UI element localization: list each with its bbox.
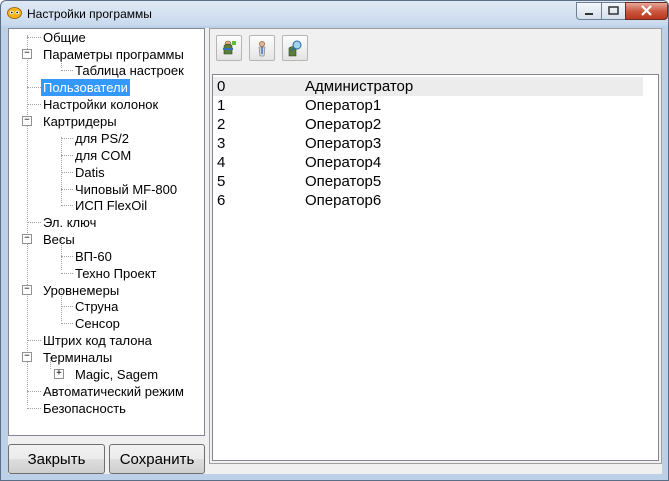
tree-line (27, 391, 41, 392)
user-name: Оператор2 (305, 116, 382, 133)
users-panel: 0 Администратор 1 Оператор1 2 Оператор2 … (209, 28, 662, 464)
tree-item-mf800[interactable]: Чиповый MF-800 (73, 181, 179, 198)
tree-line (61, 323, 73, 324)
find-user-button[interactable] (282, 35, 308, 61)
edit-user-button[interactable] (249, 35, 275, 61)
close-icon (641, 5, 652, 16)
close-window-button[interactable] (625, 2, 668, 20)
find-user-icon (288, 40, 302, 57)
users-toolbar (210, 29, 661, 69)
settings-tree[interactable]: − − − − − + Общие Параметры программы Та… (8, 28, 205, 436)
tree-item-com[interactable]: для COM (73, 147, 133, 164)
tree-item-flexoil[interactable]: ИСП FlexOil (73, 197, 149, 214)
settings-window: Настройки программы − − − − − + Общие Па… (0, 0, 669, 481)
tree-line (61, 273, 73, 274)
maximize-button[interactable] (601, 2, 626, 20)
tree-line (27, 340, 41, 341)
tree-item-sensor[interactable]: Сенсор (73, 315, 122, 332)
tree-item-auto-mode[interactable]: Автоматический режим (41, 383, 186, 400)
tree-expander[interactable]: − (22, 285, 32, 295)
tree-line (27, 408, 41, 409)
tree-item-settings-table[interactable]: Таблица настроек (73, 62, 186, 79)
tree-item-security[interactable]: Безопасность (41, 400, 128, 417)
user-id: 3 (217, 135, 226, 152)
tree-item-ps2[interactable]: для PS/2 (73, 130, 131, 147)
tree-line (61, 172, 73, 173)
user-id: 1 (217, 97, 226, 114)
user-id: 6 (217, 192, 226, 209)
tree-item-scales[interactable]: Весы (41, 231, 77, 248)
tree-item-level-gauges[interactable]: Уровнемеры (41, 282, 121, 299)
table-row[interactable]: 2 Оператор2 (213, 115, 643, 134)
tree-expander[interactable]: − (22, 116, 32, 126)
tree-line (27, 222, 41, 223)
tree-line (27, 37, 41, 38)
window-title: Настройки программы (27, 7, 152, 21)
user-id: 2 (217, 116, 226, 133)
user-id: 4 (217, 154, 226, 171)
table-row[interactable]: 3 Оператор3 (213, 134, 643, 153)
title-bar[interactable]: Настройки программы (1, 1, 668, 27)
tree-item-struna[interactable]: Струна (73, 298, 120, 315)
tree-line (61, 306, 73, 307)
table-row[interactable]: 1 Оператор1 (213, 96, 643, 115)
minimize-icon (585, 13, 593, 15)
tree-item-vp60[interactable]: ВП-60 (73, 248, 114, 265)
tree-line (27, 104, 41, 105)
add-user-button[interactable] (216, 35, 242, 61)
tree-item-magic-sagem[interactable]: Magic, Sagem (73, 366, 160, 383)
close-button[interactable]: Закрыть (8, 444, 105, 474)
tree-line (61, 137, 62, 203)
tree-item-techno-project[interactable]: Техно Проект (73, 265, 159, 282)
user-name: Оператор3 (305, 135, 382, 152)
user-name: Оператор4 (305, 154, 382, 171)
minimize-button[interactable] (576, 2, 602, 20)
tree-line (61, 155, 73, 156)
tree-line (61, 70, 73, 71)
tree-item-column-settings[interactable]: Настройки колонок (41, 96, 160, 113)
tree-item-program-params[interactable]: Параметры программы (41, 46, 186, 63)
tree-expander[interactable]: − (22, 352, 32, 362)
tree-expander[interactable]: + (54, 369, 64, 379)
users-grid[interactable]: 0 Администратор 1 Оператор1 2 Оператор2 … (212, 74, 659, 461)
tree-expander[interactable]: − (22, 234, 32, 244)
maximize-icon (608, 6, 619, 15)
tree-line (27, 35, 28, 405)
client-area: − − − − − + Общие Параметры программы Та… (8, 28, 662, 474)
table-row[interactable]: 5 Оператор5 (213, 172, 643, 191)
table-row[interactable]: 6 Оператор6 (213, 191, 643, 210)
tree-line (61, 205, 73, 206)
table-row[interactable]: 4 Оператор4 (213, 153, 643, 172)
tree-expander[interactable]: − (22, 49, 32, 59)
user-id: 0 (217, 78, 226, 95)
tree-item-card-readers[interactable]: Картридеры (41, 113, 119, 130)
tree-item-datis[interactable]: Datis (73, 164, 107, 181)
table-row[interactable]: 0 Администратор (213, 77, 643, 96)
tree-item-e-key[interactable]: Эл. ключ (41, 214, 98, 231)
user-name: Администратор (305, 78, 414, 95)
tree-line (27, 87, 41, 88)
user-name: Оператор1 (305, 97, 382, 114)
tree-line (61, 138, 73, 139)
user-name: Оператор5 (305, 173, 382, 190)
tree-item-general[interactable]: Общие (41, 29, 88, 46)
add-user-icon (223, 40, 236, 55)
tree-item-users[interactable]: Пользователи (41, 79, 130, 96)
edit-user-icon (258, 41, 266, 57)
tree-item-barcode[interactable]: Штрих код талона (41, 332, 154, 349)
app-icon (7, 7, 22, 19)
user-name: Оператор6 (305, 192, 382, 209)
user-id: 5 (217, 173, 226, 190)
tree-line (61, 256, 73, 257)
save-button[interactable]: Сохранить (109, 444, 205, 474)
tree-line (61, 189, 73, 190)
tree-item-terminals[interactable]: Терминалы (41, 349, 114, 366)
